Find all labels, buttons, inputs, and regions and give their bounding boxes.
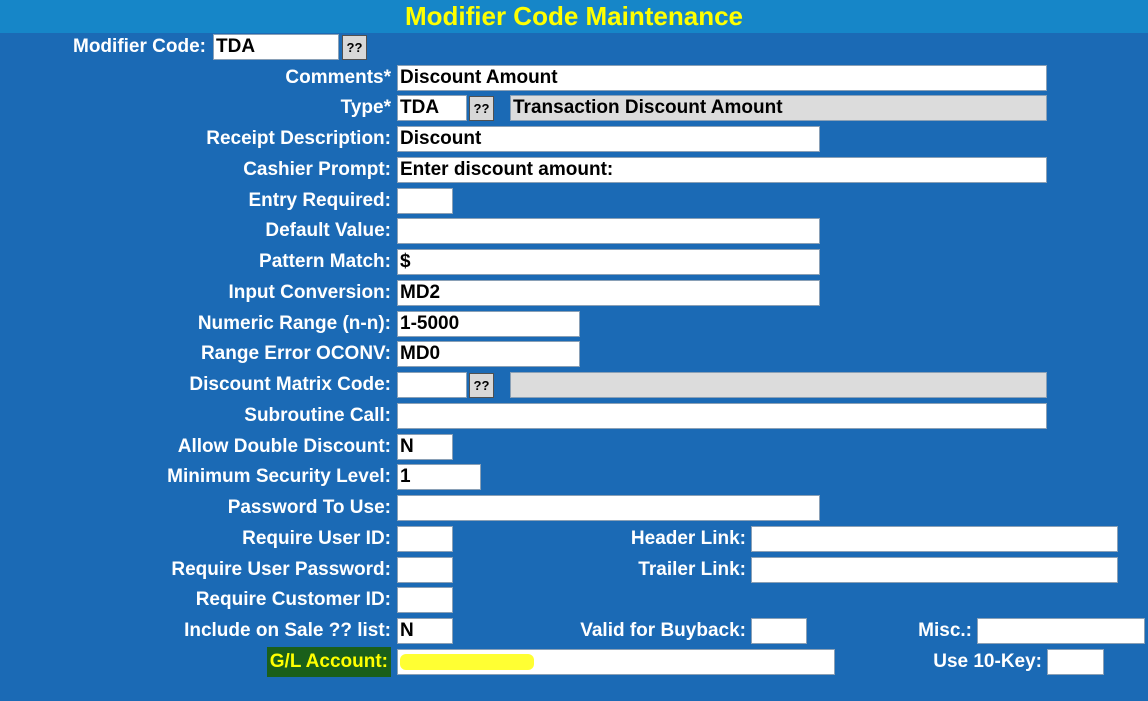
default-value-field[interactable] [397, 218, 820, 244]
valid-for-buyback-field[interactable] [751, 618, 807, 644]
use-10-key-label: Use 10-Key: [933, 651, 1042, 672]
minimum-security-level-field[interactable]: 1 [397, 464, 481, 490]
require-user-password-label: Require User Password: [171, 559, 391, 580]
require-customer-id-label: Require Customer ID: [195, 589, 391, 610]
require-user-id-label: Require User ID: [242, 528, 391, 549]
allow-double-discount-label: Allow Double Discount: [177, 436, 391, 457]
modifier-code-field[interactable]: TDA [213, 34, 339, 60]
discount-matrix-code-lookup-button[interactable]: ?? [469, 373, 494, 398]
trailer-link-field[interactable] [751, 557, 1118, 583]
require-customer-id-field[interactable] [397, 587, 453, 613]
header-link-label: Header Link: [630, 528, 746, 549]
include-on-sale-list-label: Include on Sale ?? list: [184, 620, 391, 641]
entry-required-label: Entry Required: [248, 190, 391, 211]
yellow-highlight-mark [400, 654, 534, 670]
pattern-match-field[interactable]: $ [397, 249, 820, 275]
discount-matrix-code-field[interactable] [397, 372, 467, 398]
allow-double-discount-field[interactable]: N [397, 434, 453, 460]
receipt-description-label: Receipt Description: [206, 128, 391, 149]
discount-matrix-code-label: Discount Matrix Code: [189, 374, 391, 395]
cashier-prompt-label: Cashier Prompt: [243, 159, 391, 180]
receipt-description-field[interactable]: Discount [397, 126, 820, 152]
comments-field[interactable]: Discount Amount [397, 65, 1047, 91]
password-to-use-label: Password To Use: [227, 497, 391, 518]
discount-matrix-description [510, 372, 1047, 398]
page-title: Modifier Code Maintenance [0, 0, 1148, 33]
use-10-key-field[interactable] [1047, 649, 1104, 675]
trailer-link-label: Trailer Link: [638, 559, 746, 580]
misc-field[interactable] [977, 618, 1145, 644]
pattern-match-label: Pattern Match: [259, 251, 391, 272]
input-conversion-field[interactable]: MD2 [397, 280, 820, 306]
type-lookup-button[interactable]: ?? [469, 96, 494, 121]
misc-label: Misc.: [918, 620, 972, 641]
entry-required-field[interactable] [397, 188, 453, 214]
valid-for-buyback-label: Valid for Buyback: [580, 620, 746, 641]
require-user-id-field[interactable] [397, 526, 453, 552]
numeric-range-field[interactable]: 1-5000 [397, 311, 580, 337]
type-label: Type* [340, 97, 391, 118]
modifier-code-label: Modifier Code: [73, 36, 206, 57]
type-description: Transaction Discount Amount [510, 95, 1047, 121]
minimum-security-level-label: Minimum Security Level: [167, 466, 391, 487]
range-error-oconv-label: Range Error OCONV: [200, 343, 391, 364]
numeric-range-label: Numeric Range (n-n): [197, 313, 391, 334]
range-error-oconv-field[interactable]: MD0 [397, 341, 580, 367]
cashier-prompt-field[interactable]: Enter discount amount: [397, 157, 1047, 183]
type-field[interactable]: TDA [397, 95, 467, 121]
header-link-field[interactable] [751, 526, 1118, 552]
subroutine-call-label: Subroutine Call: [244, 405, 391, 426]
password-to-use-field[interactable] [397, 495, 820, 521]
comments-label: Comments* [285, 67, 391, 88]
require-user-password-field[interactable] [397, 557, 453, 583]
include-on-sale-list-field[interactable]: N [397, 618, 453, 644]
modifier-code-lookup-button[interactable]: ?? [342, 35, 367, 60]
subroutine-call-field[interactable] [397, 403, 1047, 429]
input-conversion-label: Input Conversion: [228, 282, 391, 303]
gl-account-label: G/L Account: [266, 647, 391, 677]
gl-account-field[interactable] [397, 649, 835, 675]
default-value-label: Default Value: [265, 220, 391, 241]
